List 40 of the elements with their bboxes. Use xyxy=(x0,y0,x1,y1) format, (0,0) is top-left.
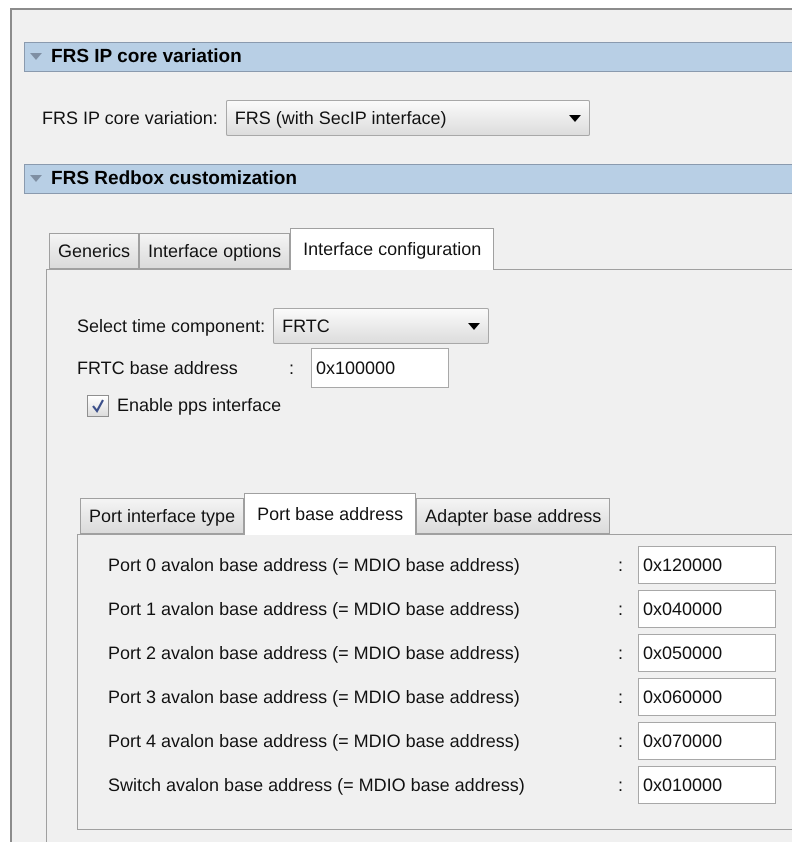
colon: : xyxy=(618,686,624,708)
section-title: FRS Redbox customization xyxy=(51,166,297,191)
checkbox[interactable] xyxy=(87,394,109,416)
caret-icon xyxy=(568,114,581,122)
field-label: Port 1 avalon base address (= MDIO base address) xyxy=(108,598,521,621)
field-label: Port 2 avalon base address (= MDIO base address) xyxy=(108,642,521,665)
input-field[interactable]: 0x070000 xyxy=(638,722,776,760)
dropdown[interactable]: FRTC xyxy=(273,308,490,344)
section-header[interactable]: FRS IP core variation xyxy=(24,42,792,72)
field-label: Select time component: xyxy=(77,314,266,338)
colon: : xyxy=(618,642,624,664)
input-field[interactable]: 0x010000 xyxy=(638,766,776,804)
colon: : xyxy=(618,598,624,620)
tab[interactable]: Adapter base address xyxy=(416,498,610,534)
field-label: Port 4 avalon base address (= MDIO base address) xyxy=(108,730,521,753)
field-label: Port 0 avalon base address (= MDIO base address) xyxy=(108,554,521,577)
colon: : xyxy=(289,356,296,380)
tab[interactable]: Port base address xyxy=(244,493,416,535)
check-icon xyxy=(91,398,105,412)
input-field[interactable]: 0x120000 xyxy=(638,546,776,584)
input-field[interactable]: 0x050000 xyxy=(638,634,776,672)
field-label: FRS IP core variation: xyxy=(42,106,218,130)
field-label: FRTC base address xyxy=(77,356,239,380)
dropdown[interactable]: FRS (with SecIP interface) xyxy=(226,100,590,136)
colon: : xyxy=(618,730,624,752)
input-field[interactable]: 0x060000 xyxy=(638,678,776,716)
field-label: Port 3 avalon base address (= MDIO base address) xyxy=(108,686,521,709)
tab[interactable]: Port interface type xyxy=(80,498,244,534)
field-label: Switch avalon base address (= MDIO base address) xyxy=(108,774,526,797)
section-header[interactable]: FRS Redbox customization xyxy=(24,164,792,194)
colon: : xyxy=(618,554,624,576)
input-field[interactable]: 0x100000 xyxy=(311,348,449,388)
tab[interactable]: Interface configuration xyxy=(290,228,494,270)
tab[interactable]: Generics xyxy=(49,233,140,269)
input-field[interactable]: 0x040000 xyxy=(638,590,776,628)
checkbox-label: Enable pps interface xyxy=(117,394,282,417)
section-title: FRS IP core variation xyxy=(51,44,242,69)
colon: : xyxy=(618,774,624,796)
tab[interactable]: Interface options xyxy=(139,233,290,269)
caret-icon xyxy=(468,322,480,330)
